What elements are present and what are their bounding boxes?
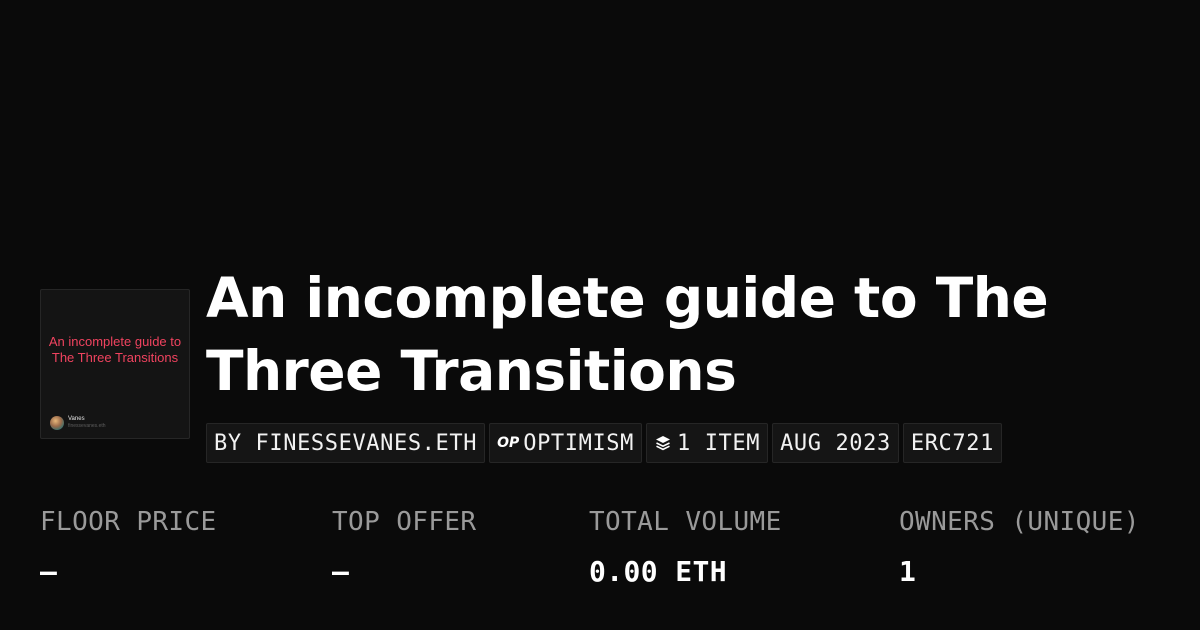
creator-label: BY FINESSEVANES.ETH xyxy=(214,430,478,456)
stat-value: – xyxy=(40,555,58,588)
layers-icon xyxy=(656,436,670,451)
stat-owners-unique: OWNERS (UNIQUE) 1 xyxy=(899,505,1140,589)
chain-label: OPTIMISM xyxy=(523,430,634,456)
collection-thumbnail: An incomplete guide to The Three Transit… xyxy=(40,289,190,439)
collection-tags: BY FINESSEVANES.ETH OP OPTIMISM 1 ITEM A… xyxy=(206,423,1002,463)
stat-value: – xyxy=(332,555,350,588)
stat-value: 1 xyxy=(899,555,917,588)
thumbnail-author-handle: finessevanes.eth xyxy=(68,423,106,429)
standard-tag: ERC721 xyxy=(902,423,1002,463)
date-label: AUG 2023 xyxy=(780,430,891,456)
date-tag: AUG 2023 xyxy=(772,423,899,463)
items-count: 1 ITEM xyxy=(677,430,761,456)
collection-title: An incomplete guide to The Three Transit… xyxy=(206,266,1049,403)
items-tag: 1 ITEM xyxy=(646,423,769,463)
optimism-icon: OP xyxy=(497,435,520,451)
thumbnail-title: An incomplete guide to The Three Transit… xyxy=(48,334,182,365)
stat-label: FLOOR PRICE xyxy=(40,507,217,537)
thumbnail-author: Vanes finessevanes.eth xyxy=(68,416,106,430)
stat-value: 0.00 ETH xyxy=(589,555,728,588)
thumbnail-avatar xyxy=(50,416,64,430)
standard-label: ERC721 xyxy=(910,430,994,456)
chain-tag[interactable]: OP OPTIMISM xyxy=(489,423,642,463)
stat-total-volume: TOTAL VOLUME 0.00 ETH xyxy=(589,505,782,589)
stat-top-offer: TOP OFFER – xyxy=(332,505,476,589)
stat-floor-price: FLOOR PRICE – xyxy=(40,505,217,589)
stat-label: TOP OFFER xyxy=(332,507,477,537)
stat-label: OWNERS (UNIQUE) xyxy=(899,507,1140,537)
creator-tag[interactable]: BY FINESSEVANES.ETH xyxy=(206,423,486,463)
stat-label: TOTAL VOLUME xyxy=(589,507,782,537)
thumbnail-author-name: Vanes xyxy=(68,416,85,422)
